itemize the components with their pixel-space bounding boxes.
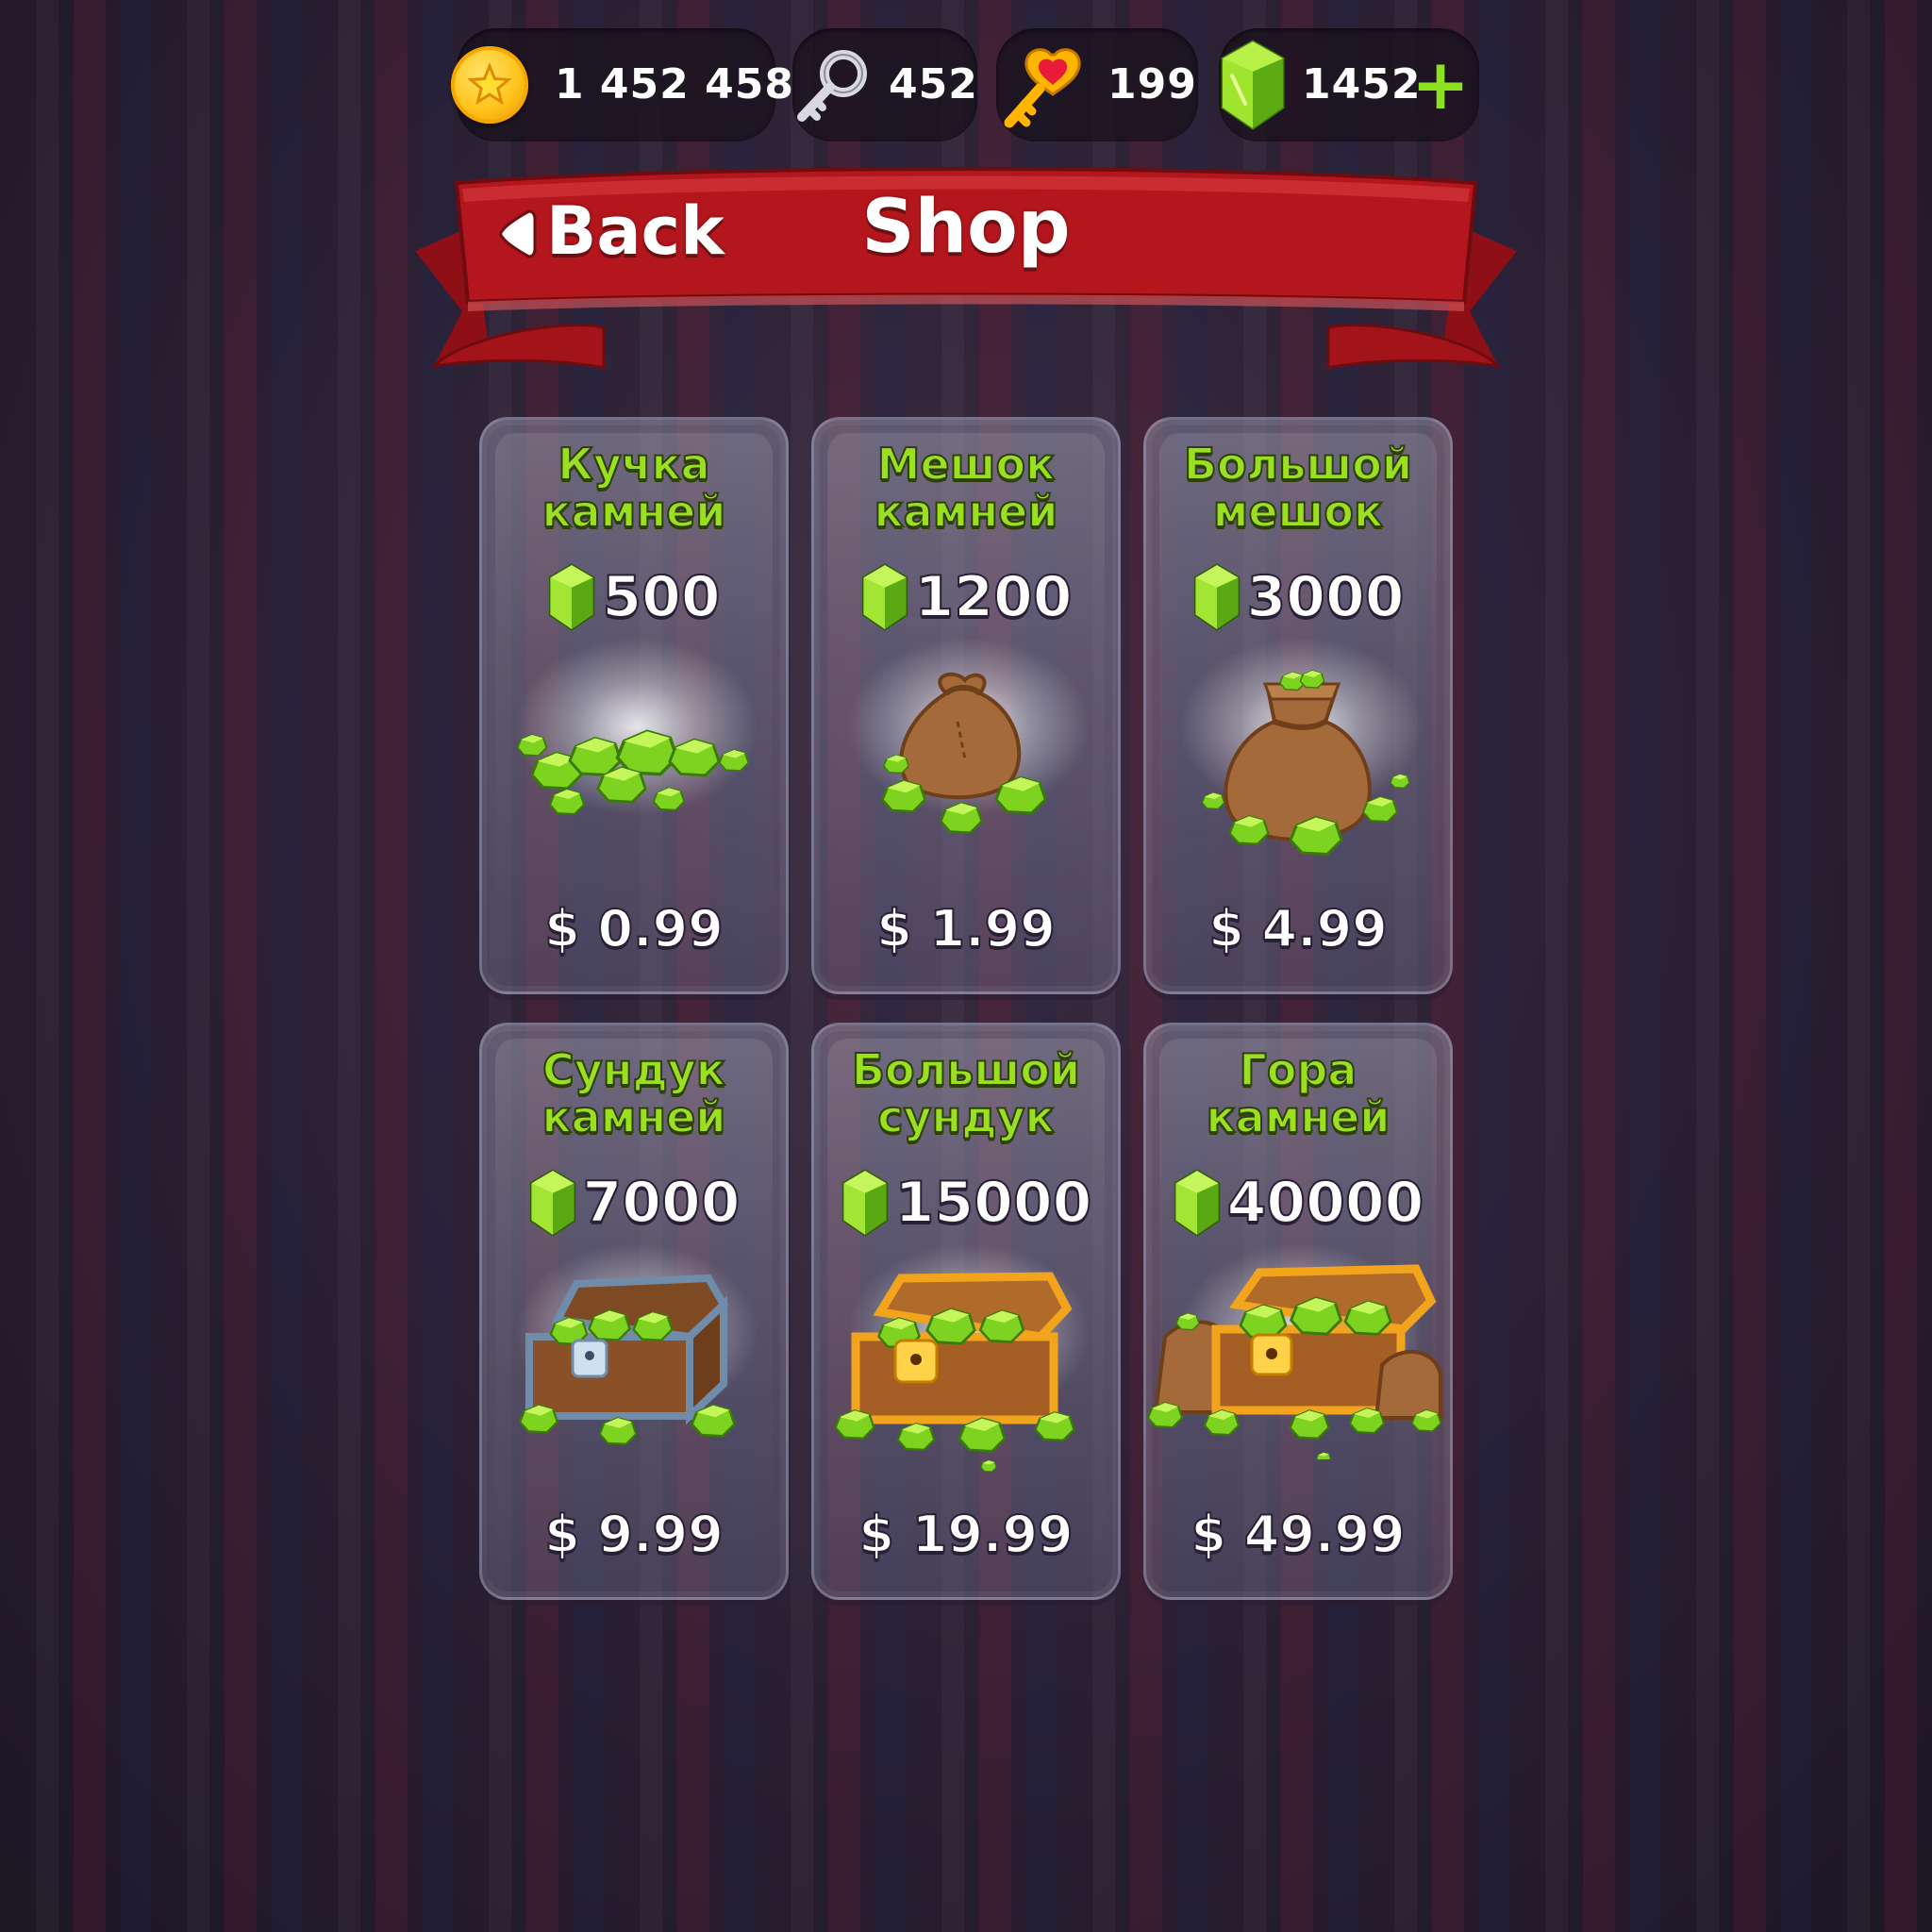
- offer-title-line2: камней: [1205, 1091, 1391, 1142]
- back-button[interactable]: Back: [495, 189, 724, 274]
- add-gems-button[interactable]: +: [1411, 45, 1470, 125]
- offer-title-line1: Гора: [1239, 1044, 1358, 1095]
- offer-title-line1: Большой: [851, 1044, 1081, 1095]
- back-label: Back: [546, 192, 724, 270]
- gem-icon: [547, 563, 596, 631]
- offer-amount: 7000: [582, 1169, 741, 1237]
- offer-price: $ 4.99: [1208, 898, 1389, 959]
- offer-price: $ 19.99: [858, 1504, 1074, 1565]
- gem-pile-icon: [516, 729, 750, 815]
- back-arrow-icon: [499, 209, 537, 258]
- gems-value: 1452: [1302, 60, 1422, 108]
- coin-icon: [451, 46, 528, 124]
- big-gem-sack-icon: [1201, 670, 1410, 857]
- gem-icon: [1221, 40, 1285, 130]
- offer-title-line1: Сундук: [541, 1044, 726, 1095]
- heart-keys-value: 199: [1108, 60, 1197, 108]
- gem-icon: [841, 1169, 890, 1237]
- offer-card-3[interactable]: Большой мешок 3000 $ 4.99: [1143, 417, 1453, 994]
- gem-sack-icon: [881, 672, 1047, 834]
- offer-title-line2: камней: [873, 486, 1058, 537]
- offer-amount: 40000: [1226, 1169, 1425, 1237]
- offer-card-2[interactable]: Мешок камней 1200 $ 1.99: [811, 417, 1121, 994]
- offer-price: $ 0.99: [543, 898, 724, 959]
- offer-title-line1: Мешок: [876, 439, 1057, 490]
- offer-card-1[interactable]: Кучка камней 500 $ 0.99: [479, 417, 789, 994]
- offer-price: $ 1.99: [875, 898, 1057, 959]
- offer-card-5[interactable]: Большой сундук 15000 $ 19.99: [811, 1023, 1121, 1600]
- offer-amount: 500: [601, 563, 721, 631]
- gold-chest-icon: [834, 1272, 1075, 1473]
- offer-card-6[interactable]: Гора камней 40000 $ 49.99: [1143, 1023, 1453, 1600]
- offer-amount: 3000: [1246, 563, 1406, 631]
- silver-chest-icon: [519, 1274, 736, 1445]
- treasure-mountain-icon: [1147, 1264, 1442, 1459]
- offer-title-line1: Кучка: [557, 439, 710, 490]
- gem-icon: [1192, 563, 1241, 631]
- offer-title-line1: Большой: [1183, 439, 1413, 490]
- offer-amount: 15000: [894, 1169, 1093, 1237]
- offer-title-line2: мешок: [1212, 486, 1384, 537]
- keys-value: 452: [889, 60, 978, 108]
- gem-icon: [1173, 1169, 1222, 1237]
- gem-icon: [860, 563, 909, 631]
- offer-title-line2: камней: [541, 1091, 726, 1142]
- heart-key-icon: [1004, 48, 1081, 128]
- resource-bar: 1 452 458 452 199 1452 +: [0, 28, 1932, 143]
- offer-title-line2: камней: [541, 486, 726, 537]
- gem-icon: [528, 1169, 577, 1237]
- page-title: Shop: [861, 185, 1071, 270]
- offer-amount: 1200: [914, 563, 1074, 631]
- offer-title-line2: сундук: [876, 1091, 1055, 1142]
- offer-price: $ 49.99: [1190, 1504, 1406, 1565]
- offer-price: $ 9.99: [543, 1504, 724, 1565]
- key-icon: [797, 50, 867, 122]
- offer-card-4[interactable]: Сундук камней 7000 $ 9.99: [479, 1023, 789, 1600]
- coins-value: 1 452 458: [555, 60, 794, 108]
